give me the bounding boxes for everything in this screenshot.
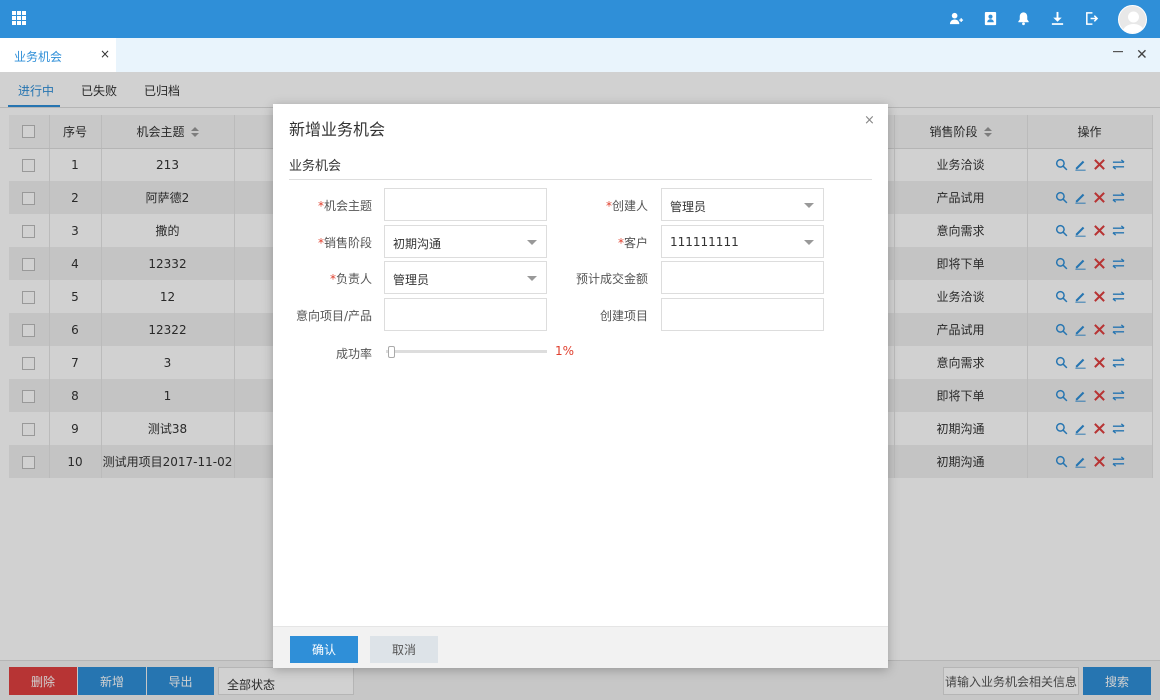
label-customer-text: 客户: [623, 236, 648, 250]
label-subject-text: 机会主题: [323, 199, 372, 213]
dialog-footer: 确认 取消: [273, 626, 888, 668]
tab-close-icon[interactable]: ×: [100, 47, 110, 61]
chevron-down-icon: [804, 240, 814, 245]
label-success-rate: 成功率: [335, 347, 372, 361]
minimize-icon[interactable]: [1112, 45, 1124, 57]
subject-input[interactable]: [384, 188, 547, 221]
create-project-input[interactable]: [661, 298, 824, 331]
owner-select[interactable]: 管理员: [384, 261, 547, 294]
stage-value: 初期沟通: [393, 237, 442, 251]
label-stage: *销售阶段: [252, 234, 372, 251]
cancel-button[interactable]: 取消: [370, 636, 438, 663]
creator-select[interactable]: 管理员: [661, 188, 824, 221]
success-rate-slider[interactable]: [386, 350, 547, 353]
contact-card-icon[interactable]: [982, 10, 998, 26]
label-expected-amount: 预计成交金额: [575, 272, 648, 286]
customer-value: 111111111: [670, 235, 739, 249]
creator-value: 管理员: [670, 200, 707, 214]
bell-icon[interactable]: [1015, 10, 1031, 26]
dialog-close-icon[interactable]: ×: [864, 113, 875, 128]
label-owner: *负责人: [252, 270, 372, 287]
top-bar: [0, 0, 1160, 38]
download-icon[interactable]: [1049, 10, 1065, 26]
tab-label: 业务机会: [14, 50, 63, 64]
label-create-project: 创建项目: [599, 309, 648, 323]
label-product: 意向项目/产品: [295, 309, 372, 323]
logout-icon[interactable]: [1083, 10, 1099, 26]
label-stage-text: 销售阶段: [323, 236, 372, 250]
tab-business-opportunity[interactable]: 业务机会 ×: [0, 38, 116, 72]
confirm-button[interactable]: 确认: [290, 636, 358, 663]
product-input[interactable]: [384, 298, 547, 331]
avatar[interactable]: [1118, 5, 1147, 34]
window-close-icon[interactable]: ✕: [1136, 47, 1148, 63]
new-opportunity-dialog: 新增业务机会 × 业务机会 *机会主题 *创建人 管理员 *销售阶段 初期沟通 …: [273, 104, 888, 668]
label-customer: *客户: [528, 234, 648, 251]
label-owner-text: 负责人: [335, 272, 372, 286]
label-creator: *创建人: [528, 197, 648, 214]
expected-amount-input[interactable]: [661, 261, 824, 294]
stage-select[interactable]: 初期沟通: [384, 225, 547, 258]
tab-row: 业务机会 ×: [0, 38, 1160, 72]
chevron-down-icon: [804, 203, 814, 208]
section-divider: [289, 179, 872, 180]
label-subject: *机会主题: [252, 197, 372, 214]
owner-value: 管理员: [393, 273, 430, 287]
section-title: 业务机会: [289, 159, 342, 174]
label-creator-text: 创建人: [611, 199, 648, 213]
success-rate-value: 1%: [555, 344, 575, 358]
success-rate-handle[interactable]: [387, 346, 395, 358]
dialog-title: 新增业务机会: [289, 120, 386, 139]
user-add-icon[interactable]: [948, 10, 964, 26]
app-grid-icon[interactable]: [12, 11, 26, 25]
customer-select[interactable]: 111111111: [661, 225, 824, 258]
